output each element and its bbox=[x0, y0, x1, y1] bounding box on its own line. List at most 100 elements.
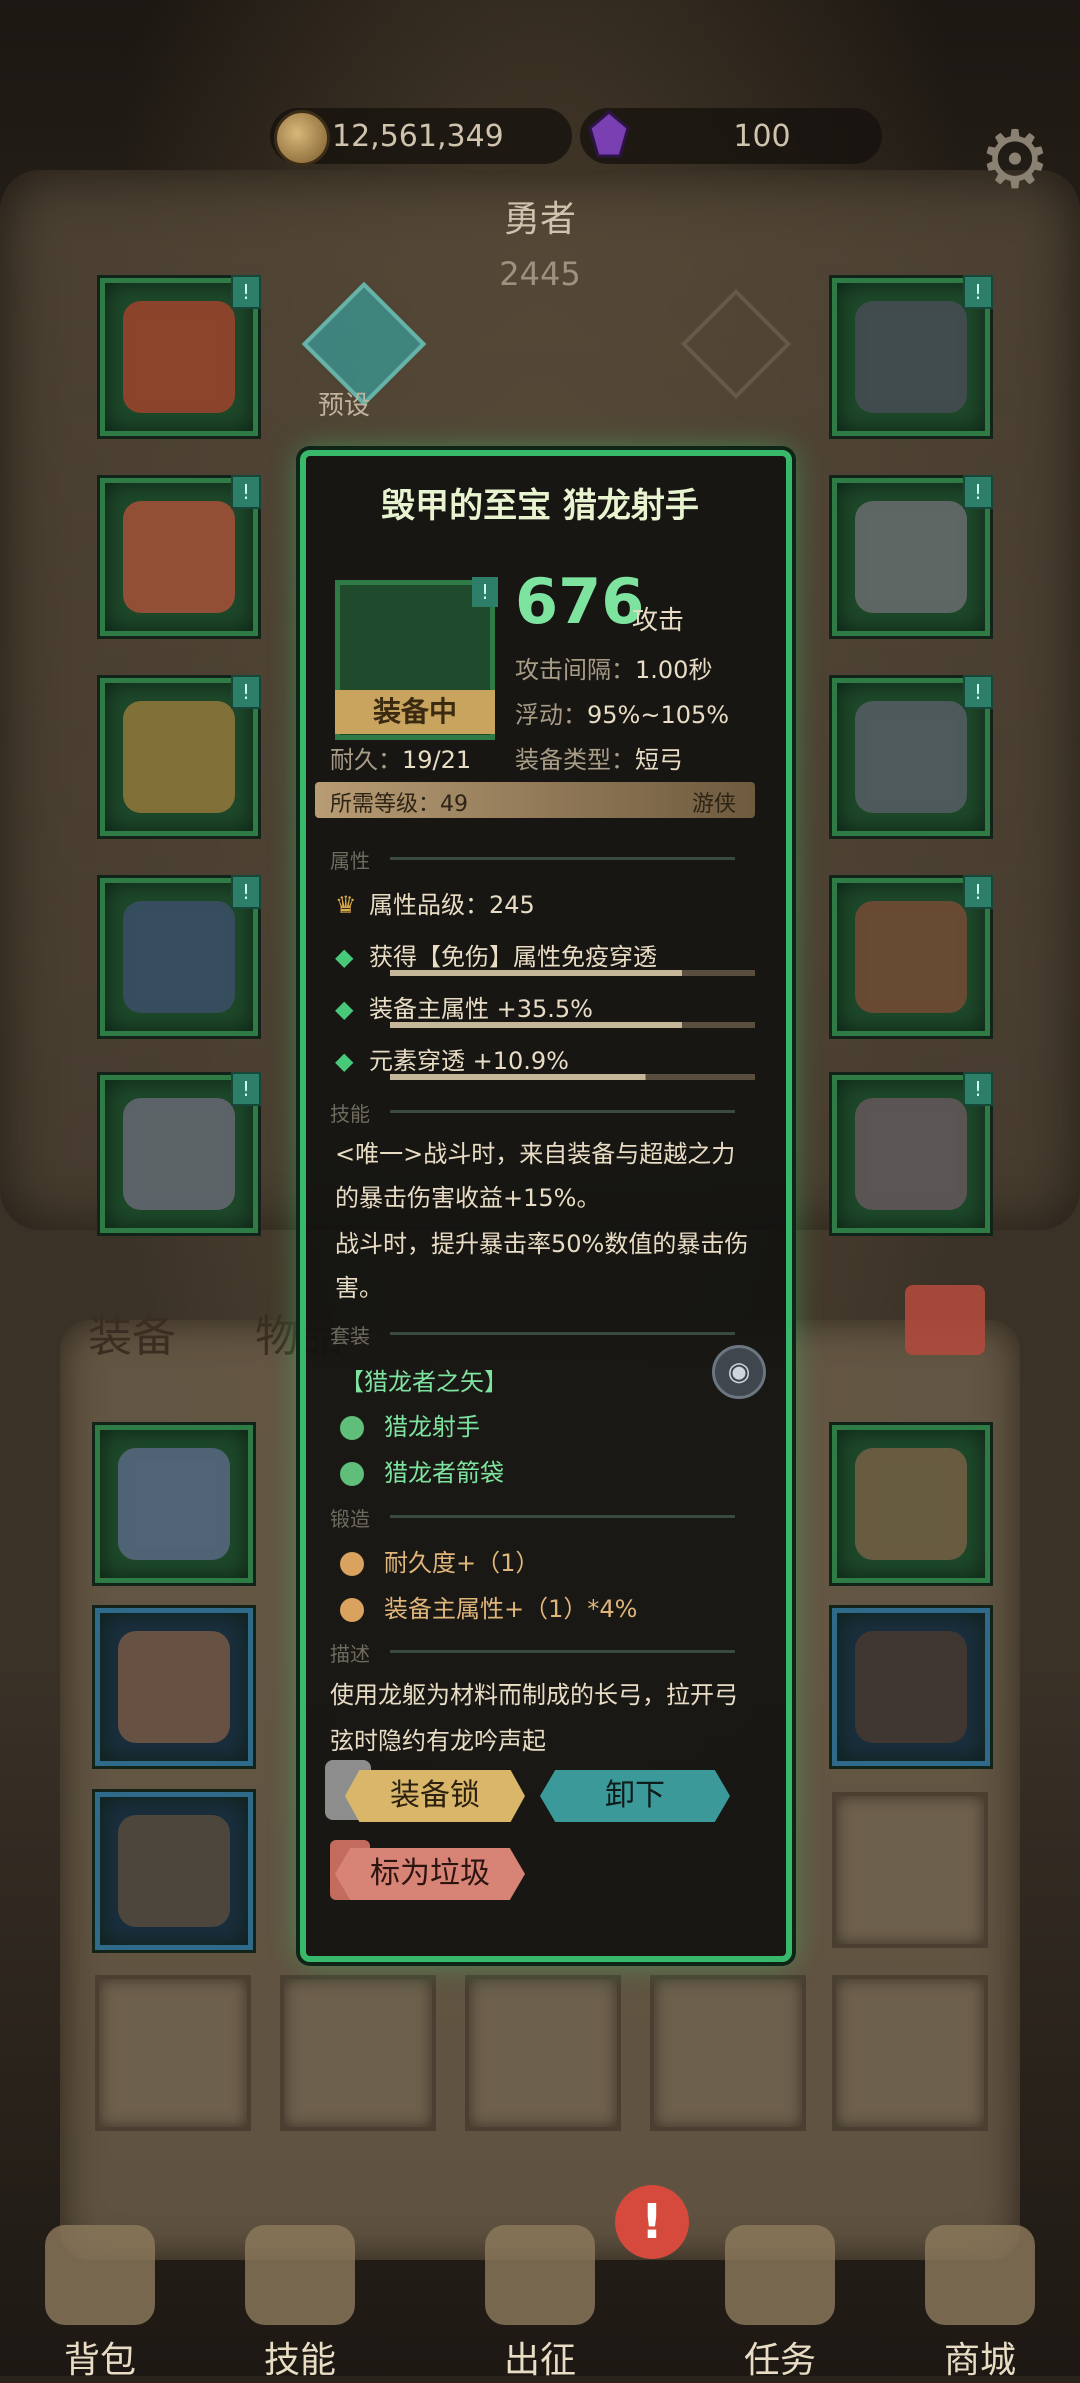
required-class: 游侠 bbox=[692, 792, 737, 817]
equipped-label: 装备中 bbox=[335, 690, 495, 734]
coin-value: 12,561,349 bbox=[332, 118, 504, 154]
pants-icon bbox=[123, 901, 235, 1013]
info-badge: ! bbox=[231, 475, 261, 509]
sword-icon bbox=[485, 2225, 595, 2325]
info-badge: ! bbox=[231, 275, 261, 309]
divider bbox=[390, 1650, 735, 1653]
crown-icon: ♛ bbox=[335, 891, 357, 919]
inventory-slot-empty[interactable] bbox=[832, 1792, 988, 1948]
bag-icon bbox=[45, 2225, 155, 2325]
diamond-icon: ◆ bbox=[335, 1047, 354, 1075]
eye-icon[interactable]: ◉ bbox=[712, 1345, 766, 1399]
equip-slot-helmet[interactable]: ! bbox=[100, 275, 261, 436]
inventory-slot[interactable] bbox=[95, 1608, 253, 1766]
divider bbox=[390, 1110, 735, 1113]
inventory-slot-empty[interactable] bbox=[650, 1975, 806, 2131]
info-badge: ! bbox=[231, 875, 261, 909]
inventory-slot-empty[interactable] bbox=[832, 1975, 988, 2131]
attr-bar bbox=[390, 1074, 755, 1080]
inventory-slot[interactable] bbox=[95, 1792, 253, 1950]
gear-icon[interactable]: ⚙ bbox=[975, 120, 1055, 200]
equip-slot-offhand[interactable]: ! bbox=[832, 1072, 993, 1233]
mark-trash-button[interactable]: 标为垃圾 bbox=[335, 1848, 525, 1900]
inventory-slot[interactable] bbox=[832, 1608, 990, 1766]
tab-equipment[interactable]: 装备 bbox=[88, 1300, 176, 1364]
diamond-icon: ◆ bbox=[335, 943, 354, 971]
info-badge: ! bbox=[963, 1072, 993, 1106]
forge-item-2: 装备主属性+（1）*4% bbox=[340, 1589, 637, 1624]
coin-counter: 12,561,349 bbox=[270, 108, 572, 166]
divider bbox=[390, 1332, 735, 1335]
equip-slot-ring-2[interactable]: ! bbox=[832, 675, 993, 836]
inventory-slot[interactable] bbox=[95, 1425, 253, 1583]
inventory-slot[interactable] bbox=[832, 1425, 990, 1583]
required-level: 所需等级：49 bbox=[330, 792, 468, 817]
equip-type: 装备类型：短弓 bbox=[515, 746, 683, 774]
equip-slot-armor[interactable]: ! bbox=[100, 475, 261, 636]
bullet-icon bbox=[340, 1552, 364, 1576]
set-item-2: 猎龙者箭袋 bbox=[340, 1453, 504, 1488]
nav-expedition[interactable]: 出征 bbox=[460, 2225, 620, 2383]
nav-skills[interactable]: 技能 bbox=[220, 2225, 380, 2383]
equip-slot-weapon[interactable]: ! bbox=[832, 875, 993, 1036]
necklace-icon bbox=[855, 301, 967, 413]
item-description: 使用龙躯为材料而制成的长弓，拉开弓弦时隐约有龙吟声起 bbox=[330, 1681, 738, 1755]
lock-button[interactable]: 装备锁 bbox=[345, 1770, 525, 1822]
mask-icon bbox=[855, 1631, 967, 1743]
info-badge: ! bbox=[231, 675, 261, 709]
damage-float: 浮动：95%~105% bbox=[515, 701, 730, 729]
attack-interval: 攻击间隔：1.00秒 bbox=[515, 656, 713, 684]
boots-icon bbox=[855, 1448, 967, 1560]
inventory-slot-empty[interactable] bbox=[280, 1975, 436, 2131]
armor-icon bbox=[123, 501, 235, 613]
diamond-icon: ◆ bbox=[335, 995, 354, 1023]
dragon-skull-icon bbox=[855, 1098, 967, 1210]
hero-title: 勇者 bbox=[503, 199, 576, 240]
gloves-icon bbox=[123, 701, 235, 813]
forge-item-1: 耐久度+（1） bbox=[340, 1543, 539, 1578]
bow-icon bbox=[855, 901, 967, 1013]
inventory-slot-empty[interactable] bbox=[465, 1975, 621, 2131]
equip-slot-pants[interactable]: ! bbox=[100, 875, 261, 1036]
item-name: 毁甲的至宝 猎龙射手 bbox=[381, 486, 699, 526]
attr-bar bbox=[390, 1022, 755, 1028]
equip-slot-boots[interactable]: ! bbox=[100, 1072, 261, 1233]
nav-tasks[interactable]: 任务 bbox=[700, 2225, 860, 2383]
nav-shop[interactable]: 商城 bbox=[900, 2225, 1060, 2383]
section-desc: 描述 bbox=[330, 1642, 370, 1666]
durability: 耐久：19/21 bbox=[330, 746, 472, 774]
info-badge: ! bbox=[963, 275, 993, 309]
helmet-icon bbox=[123, 301, 235, 413]
divider bbox=[390, 857, 735, 860]
trash-icon[interactable] bbox=[905, 1285, 985, 1355]
attack-value: 676 bbox=[515, 565, 645, 638]
attr-row-2: ◆ 装备主属性 +35.5% bbox=[335, 995, 593, 1023]
hero-level: 2445 bbox=[499, 255, 581, 293]
boots-icon bbox=[118, 1631, 230, 1743]
bullet-icon bbox=[340, 1462, 364, 1486]
bullet-icon bbox=[340, 1416, 364, 1440]
attr-row-3: ◆ 元素穿透 +10.9% bbox=[335, 1047, 569, 1075]
section-skill: 技能 bbox=[330, 1102, 370, 1126]
section-set: 套装 bbox=[330, 1324, 370, 1348]
divider bbox=[390, 1515, 735, 1518]
equip-slot-ring-1[interactable]: ! bbox=[832, 475, 993, 636]
inventory-slot-empty[interactable] bbox=[95, 1975, 251, 2131]
unequip-button[interactable]: 卸下 bbox=[540, 1770, 730, 1822]
nav-bag[interactable]: 背包 bbox=[20, 2225, 180, 2383]
info-badge: ! bbox=[963, 675, 993, 709]
info-badge: ! bbox=[472, 577, 498, 607]
skill-text-1: <唯一>战斗时，来自装备与超越之力的暴击伤害收益+15%。 bbox=[335, 1140, 736, 1212]
equip-slot-necklace[interactable]: ! bbox=[832, 275, 993, 436]
set-item-1: 猎龙射手 bbox=[340, 1407, 480, 1442]
coin-icon bbox=[274, 110, 330, 166]
skill-text-2: 战斗时，提升暴击率50%数值的暴击伤害。 bbox=[335, 1230, 749, 1302]
skill-book-icon bbox=[245, 2225, 355, 2325]
gem-icon bbox=[584, 110, 634, 160]
boots-icon bbox=[123, 1098, 235, 1210]
ring-icon bbox=[855, 501, 967, 613]
equip-slot-gloves[interactable]: ! bbox=[100, 675, 261, 836]
attr-row-1: ◆ 获得【免伤】属性免疫穿透 bbox=[335, 943, 657, 971]
info-badge: ! bbox=[231, 1072, 261, 1106]
section-attr: 属性 bbox=[330, 849, 370, 873]
